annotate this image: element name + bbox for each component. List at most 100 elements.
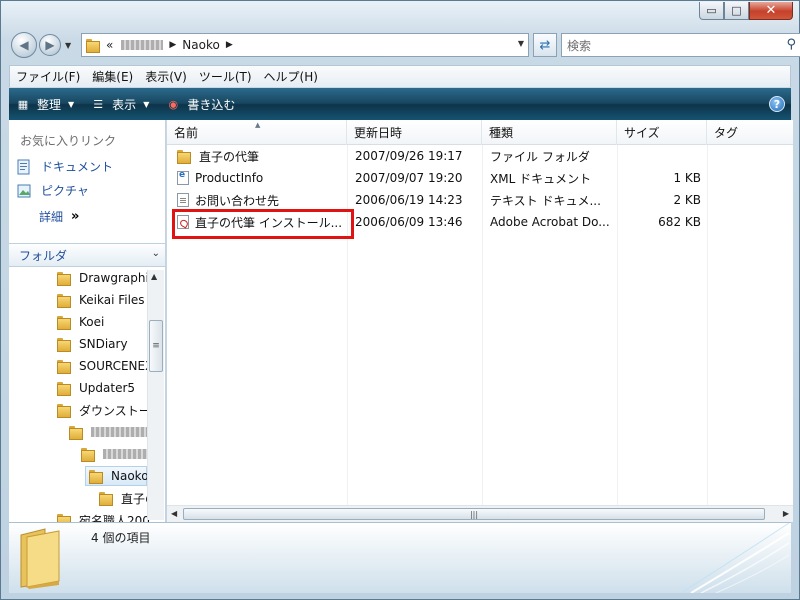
- file-list: 名前 ▲ 更新日時 種類 サイズ タグ 直子の代筆 2007/09/26 19:…: [167, 120, 793, 522]
- menu-file[interactable]: ファイル(F): [16, 68, 80, 85]
- folder-icon: [57, 513, 71, 522]
- organize-button[interactable]: ▦ 整理 ▼: [15, 96, 74, 113]
- refresh-button[interactable]: ⇄: [533, 33, 557, 57]
- minimize-button[interactable]: ▭: [699, 2, 724, 20]
- folder-icon: [69, 425, 83, 440]
- folders-header[interactable]: フォルダ ⌄: [9, 243, 165, 267]
- column-header-type[interactable]: 種類: [482, 120, 617, 145]
- minimize-icon: ▭: [706, 4, 717, 17]
- file-type: XML ドキュメント: [490, 171, 592, 186]
- scroll-left-icon[interactable]: ◀: [171, 509, 177, 518]
- tree-item-naoko[interactable]: Naoko: [85, 466, 149, 486]
- breadcrumb-separator-icon[interactable]: ▶: [169, 40, 176, 50]
- scroll-right-icon[interactable]: ▶: [783, 509, 789, 518]
- folders-label: フォルダ: [19, 248, 68, 263]
- maximize-button[interactable]: □: [724, 2, 749, 20]
- more-links-button[interactable]: 詳細 »: [39, 208, 79, 225]
- tree-item[interactable]: Keikai Files: [57, 290, 145, 310]
- scrollbar-thumb[interactable]: |||: [183, 508, 765, 520]
- forward-arrow-icon: ▶: [45, 38, 55, 52]
- file-size: 1 KB: [673, 171, 701, 185]
- views-label: 表示: [112, 97, 137, 112]
- folder-icon: [89, 469, 103, 484]
- forward-button[interactable]: ▶: [39, 34, 61, 56]
- folder-icon: [86, 38, 100, 53]
- breadcrumb-overflow[interactable]: «: [106, 38, 113, 52]
- recent-pages-dropdown[interactable]: ▼: [65, 41, 71, 50]
- tree-label: SOURCENEX: [79, 359, 154, 373]
- file-name: 直子の代筆: [199, 149, 260, 164]
- search-icon[interactable]: ⚲: [786, 37, 796, 52]
- menu-help[interactable]: ヘルプ(H): [264, 68, 318, 85]
- file-row[interactable]: ProductInfo 2007/09/07 19:20 XML ドキュメント …: [173, 167, 773, 189]
- favorite-link-pictures[interactable]: ピクチャ: [17, 182, 89, 199]
- text-file-icon: [177, 193, 189, 207]
- tree-item[interactable]: [81, 444, 153, 464]
- breadcrumb-current[interactable]: Naoko: [182, 38, 220, 52]
- file-row[interactable]: 直子の代筆 2007/09/26 19:17 ファイル フォルダ: [173, 145, 773, 167]
- tree-item[interactable]: SNDiary: [57, 334, 128, 354]
- file-size: [623, 145, 701, 167]
- file-row[interactable]: お問い合わせ先 2006/06/19 14:23 テキスト ドキュメ... 2 …: [173, 189, 773, 211]
- tree-label: Naoko: [111, 469, 149, 483]
- scroll-up-icon[interactable]: ▲: [151, 272, 157, 281]
- pdf-file-icon: [177, 215, 189, 229]
- tree-item[interactable]: Drawgraphi: [57, 268, 149, 288]
- folder-icon: [57, 315, 71, 330]
- favorite-link-documents[interactable]: ドキュメント: [17, 158, 113, 175]
- column-label: サイズ: [624, 126, 660, 140]
- horizontal-scrollbar[interactable]: ◀ ||| ▶: [167, 505, 793, 522]
- address-dropdown-icon[interactable]: ▼: [518, 39, 524, 48]
- column-label: タグ: [714, 126, 739, 140]
- double-chevron-icon: »: [71, 209, 80, 224]
- burn-button[interactable]: ◉ 書き込む: [165, 96, 236, 113]
- file-row[interactable]: 直子の代筆 インストール... 2006/06/09 13:46 Adobe A…: [173, 211, 773, 233]
- caption-buttons: ▭ □ ✕: [699, 2, 793, 20]
- folder-icon: [57, 293, 71, 308]
- file-name-cell: お問い合わせ先: [177, 189, 347, 211]
- tree-label: Drawgraphi: [79, 271, 149, 285]
- menu-tools[interactable]: ツール(T): [199, 68, 252, 85]
- folder-icon: [57, 271, 71, 286]
- back-button[interactable]: ◀: [11, 32, 37, 58]
- pictures-icon: [17, 184, 31, 197]
- favorite-links-header: お気に入りリンク: [20, 134, 117, 148]
- file-size: 2 KB: [673, 193, 701, 207]
- tree-label: Updater5: [79, 381, 136, 395]
- maximize-icon: □: [731, 4, 742, 17]
- tree-item[interactable]: ダウンストー: [57, 400, 151, 420]
- file-size: 682 KB: [658, 215, 701, 229]
- column-header-size[interactable]: サイズ: [617, 120, 707, 145]
- scrollbar-thumb[interactable]: ≡: [149, 320, 163, 372]
- favorite-link-label: ドキュメント: [41, 160, 114, 174]
- column-header-date[interactable]: 更新日時: [347, 120, 482, 145]
- file-name: 直子の代筆 インストール...: [195, 215, 343, 230]
- menu-edit[interactable]: 編集(E): [92, 68, 133, 85]
- tree-item[interactable]: 宛名職人200: [57, 510, 150, 522]
- tree-item[interactable]: [69, 422, 147, 442]
- folder-large-icon: [20, 528, 60, 589]
- file-type: ファイル フォルダ: [490, 149, 590, 164]
- tree-item[interactable]: Updater5: [57, 378, 135, 398]
- views-icon: ☰: [93, 97, 104, 111]
- close-button[interactable]: ✕: [749, 2, 793, 20]
- folder-icon: [57, 403, 71, 418]
- command-bar: ▦ 整理 ▼ ☰ 表示 ▼ ◉ 書き込む ?: [9, 88, 791, 120]
- search-input[interactable]: 検索 ⚲: [561, 33, 800, 57]
- help-icon[interactable]: ?: [769, 96, 785, 112]
- address-bar[interactable]: « ▶ Naoko ▶ ▼: [81, 33, 529, 57]
- file-date: 2007/09/07 19:20: [355, 171, 463, 185]
- tree-label: 宛名職人200: [79, 513, 150, 523]
- menu-view[interactable]: 表示(V): [145, 68, 187, 85]
- tree-item[interactable]: SOURCENEX: [57, 356, 153, 376]
- column-header-tags[interactable]: タグ: [707, 120, 793, 145]
- tree-item[interactable]: Koei: [57, 312, 104, 332]
- views-button[interactable]: ☰ 表示 ▼: [90, 96, 149, 113]
- folder-icon: [57, 359, 71, 374]
- chevron-down-icon: ▼: [143, 99, 150, 109]
- burn-disc-icon: ◉: [168, 97, 179, 111]
- breadcrumb-separator-icon[interactable]: ▶: [226, 40, 233, 50]
- navigation-scrollbar[interactable]: ▲ ≡: [147, 270, 164, 520]
- favorite-link-label: ピクチャ: [41, 184, 89, 198]
- file-type: Adobe Acrobat Do...: [490, 215, 610, 229]
